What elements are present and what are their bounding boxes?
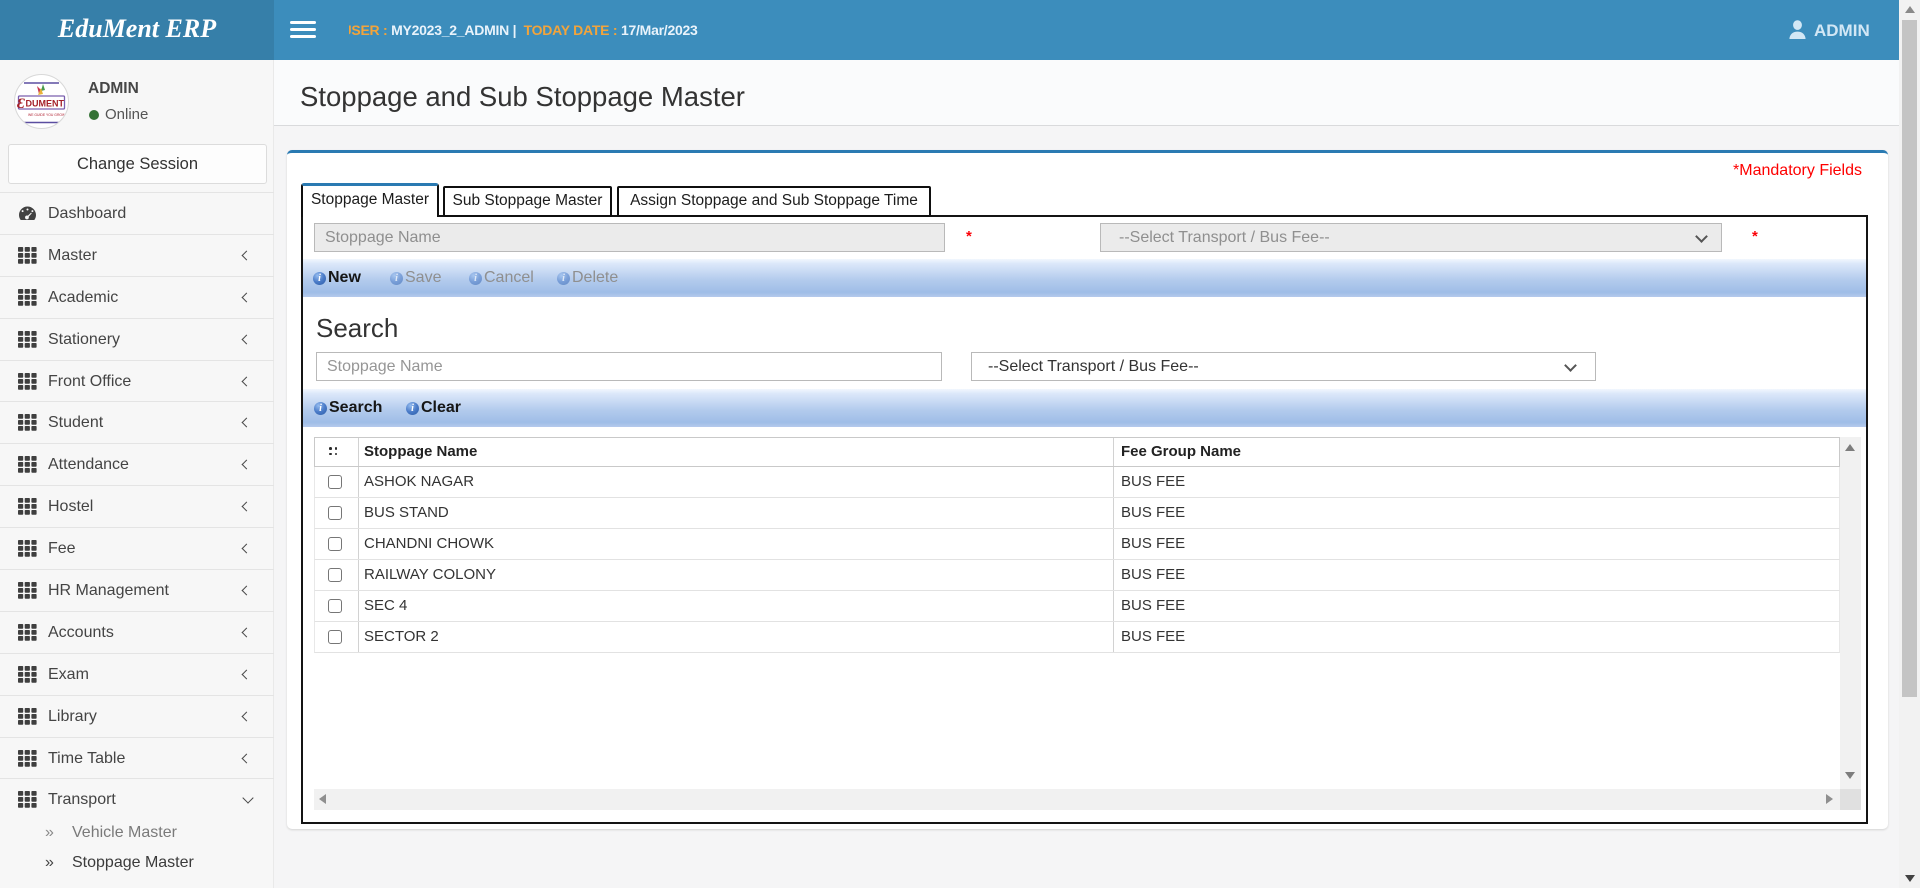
svg-text:Ɛ: Ɛ [17, 96, 25, 112]
svg-text:DUMENT: DUMENT [26, 99, 65, 109]
svg-text:WE GUIDE YOU GROW: WE GUIDE YOU GROW [28, 113, 66, 117]
